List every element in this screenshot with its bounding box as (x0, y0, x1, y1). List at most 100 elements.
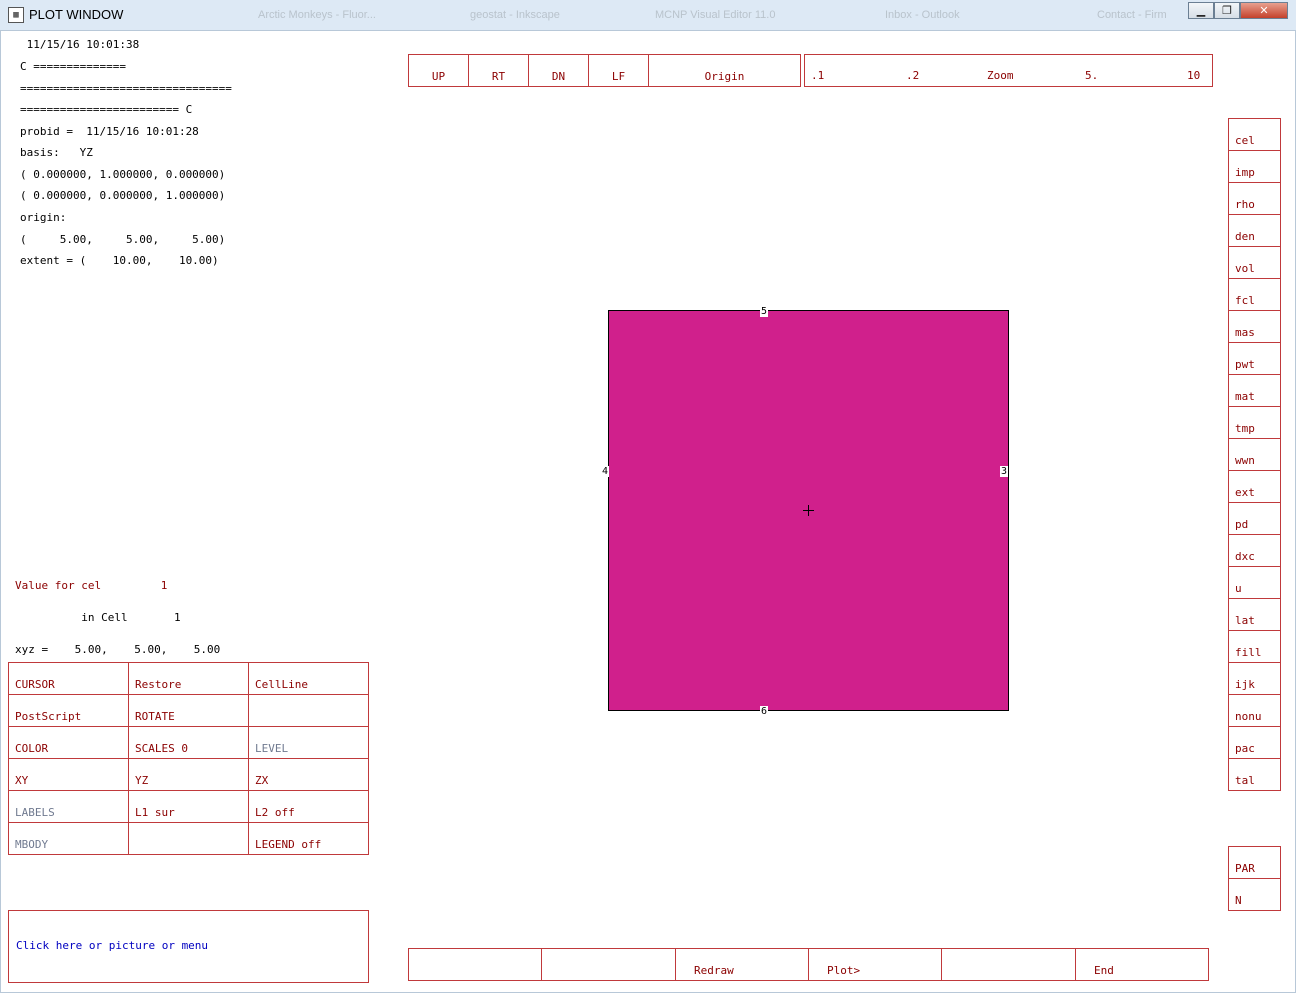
window-title: PLOT WINDOW (29, 7, 124, 22)
menu-yz-button[interactable]: YZ (128, 758, 249, 791)
bottom-empty-button[interactable] (408, 948, 542, 981)
minimize-button[interactable]: ▁ (1188, 2, 1214, 19)
menu-label: LEGEND off (255, 838, 322, 851)
bottom-redraw-button[interactable]: Redraw (675, 948, 809, 981)
bottom-label: End (1094, 964, 1114, 977)
menu-empty-button[interactable] (128, 822, 249, 855)
right-menu-label: pd (1235, 518, 1249, 531)
bottom-empty-button[interactable] (941, 948, 1076, 981)
right-menu-n-button[interactable]: N (1228, 878, 1281, 911)
menu-cursor-button[interactable]: CURSOR (8, 662, 129, 695)
bottom-end-button[interactable]: End (1075, 948, 1209, 981)
menu-legend-off-button[interactable]: LEGEND off (248, 822, 369, 855)
right-menu-label: N (1235, 894, 1242, 907)
right-menu-cel-button[interactable]: cel (1228, 118, 1281, 151)
info-basis-vector-1: ( 0.000000, 1.000000, 0.000000) (20, 168, 226, 181)
up-button[interactable]: UP (408, 54, 469, 87)
bottom-plot-button[interactable]: Plot> (808, 948, 942, 981)
menu-rotate-button[interactable]: ROTATE (128, 694, 249, 727)
right-menu-label: PAR (1235, 862, 1255, 875)
right-menu-mas-button[interactable]: mas (1228, 310, 1281, 343)
menu-label: L2 off (255, 806, 295, 819)
right-menu-label: rho (1235, 198, 1255, 211)
right-menu-den-button[interactable]: den (1228, 214, 1281, 247)
right-menu-tal-button[interactable]: tal (1228, 758, 1281, 791)
menu-label: CellLine (255, 678, 308, 691)
taskbar-ghost-1: Arctic Monkeys - Fluor... (258, 9, 376, 21)
menu-color-button[interactable]: COLOR (8, 726, 129, 759)
right-menu-nonu-button[interactable]: nonu (1228, 694, 1281, 727)
menu-cellline-button[interactable]: CellLine (248, 662, 369, 695)
right-menu-label: fcl (1235, 294, 1255, 307)
right-menu-label: fill (1235, 646, 1262, 659)
in-cell: in Cell 1 (15, 611, 181, 624)
right-menu-label: pac (1235, 742, 1255, 755)
surface-label-bottom: 6 (760, 706, 769, 717)
menu-label: LEVEL (255, 742, 289, 755)
zoom-slider[interactable]: .1 .2 Zoom 5. 10 (804, 54, 1213, 87)
message-text: Click here or picture or menu (16, 939, 209, 952)
right-menu-wwn-button[interactable]: wwn (1228, 438, 1281, 471)
right-menu-label: tal (1235, 774, 1255, 787)
bottom-empty-button[interactable] (541, 948, 676, 981)
message-box[interactable]: Click here or picture or menu (8, 910, 369, 983)
zoom-tick-01: .1 (811, 69, 825, 82)
right-menu-label: pwt (1235, 358, 1255, 371)
menu-labels-button[interactable]: LABELS (8, 790, 129, 823)
menu-l2-off-button[interactable]: L2 off (248, 790, 369, 823)
dn-label: DN (551, 70, 566, 83)
close-button[interactable]: ✕ (1240, 2, 1288, 19)
menu-level-button[interactable]: LEVEL (248, 726, 369, 759)
right-menu-tmp-button[interactable]: tmp (1228, 406, 1281, 439)
menu-empty-button[interactable] (248, 694, 369, 727)
menu-postscript-button[interactable]: PostScript (8, 694, 129, 727)
menu-label: YZ (135, 774, 149, 787)
right-menu-lat-button[interactable]: lat (1228, 598, 1281, 631)
right-menu-label: mas (1235, 326, 1255, 339)
right-menu-ijk-button[interactable]: ijk (1228, 662, 1281, 695)
right-menu-ext-button[interactable]: ext (1228, 470, 1281, 503)
menu-label: L1 sur (135, 806, 175, 819)
surface-label-top: 5 (760, 306, 769, 317)
right-menu-dxc-button[interactable]: dxc (1228, 534, 1281, 567)
menu-restore-button[interactable]: Restore (128, 662, 249, 695)
info-line: C ============== (20, 60, 126, 73)
right-menu-pac-button[interactable]: pac (1228, 726, 1281, 759)
taskbar-ghost-2: geostat - Inkscape (470, 9, 560, 21)
lf-button[interactable]: LF (588, 54, 649, 87)
dn-button[interactable]: DN (528, 54, 589, 87)
right-menu-imp-button[interactable]: imp (1228, 150, 1281, 183)
surface-label-right: 3 (1000, 466, 1009, 477)
right-menu-pwt-button[interactable]: pwt (1228, 342, 1281, 375)
menu-label: SCALES 0 (135, 742, 188, 755)
info-line: ================================ (20, 82, 232, 95)
right-menu-label: lat (1235, 614, 1255, 627)
right-menu-label: imp (1235, 166, 1255, 179)
right-menu-label: tmp (1235, 422, 1255, 435)
right-menu-vol-button[interactable]: vol (1228, 246, 1281, 279)
zoom-tick-10: 10 (1187, 69, 1201, 82)
right-menu-pd-button[interactable]: pd (1228, 502, 1281, 535)
maximize-button[interactable]: ❐ (1214, 2, 1240, 19)
menu-mbody-button[interactable]: MBODY (8, 822, 129, 855)
info-extent: extent = ( 10.00, 10.00) (20, 254, 219, 267)
right-menu-u-button[interactable]: u (1228, 566, 1281, 599)
right-menu-fcl-button[interactable]: fcl (1228, 278, 1281, 311)
taskbar-ghost-4: Inbox - Outlook (885, 9, 960, 21)
taskbar-ghost-3: MCNP Visual Editor 11.0 (655, 9, 776, 21)
rt-button[interactable]: RT (468, 54, 529, 87)
right-menu-mat-button[interactable]: mat (1228, 374, 1281, 407)
right-menu-fill-button[interactable]: fill (1228, 630, 1281, 663)
right-menu-label: mat (1235, 390, 1255, 403)
menu-zx-button[interactable]: ZX (248, 758, 369, 791)
zoom-tick-5: 5. (1085, 69, 1099, 82)
right-menu-label: vol (1235, 262, 1255, 275)
up-label: UP (431, 70, 446, 83)
menu-l1-sur-button[interactable]: L1 sur (128, 790, 249, 823)
right-menu-par-button[interactable]: PAR (1228, 846, 1281, 879)
menu-xy-button[interactable]: XY (8, 758, 129, 791)
right-menu-rho-button[interactable]: rho (1228, 182, 1281, 215)
origin-button[interactable]: Origin (648, 54, 801, 87)
info-origin-label: origin: (20, 211, 67, 224)
menu-scales-0-button[interactable]: SCALES 0 (128, 726, 249, 759)
